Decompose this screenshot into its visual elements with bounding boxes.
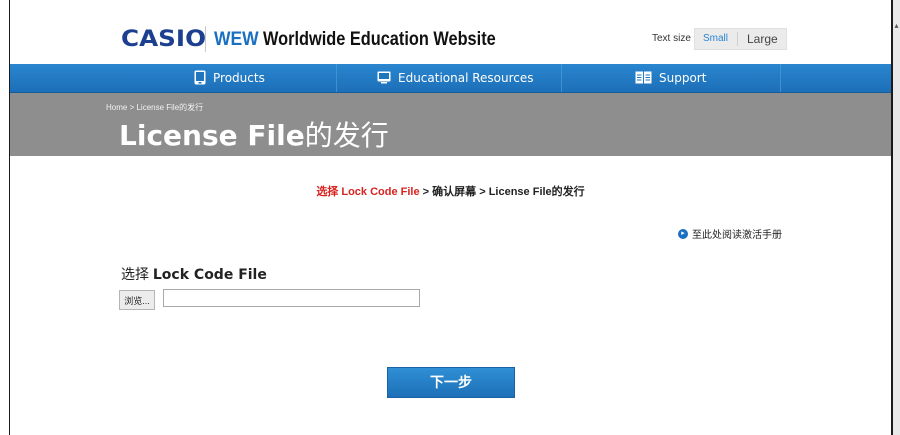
breadcrumb-current: License File的发行 [136, 103, 204, 112]
nav-item-products[interactable]: Products [194, 64, 265, 92]
section-heading: 选择 Lock Code File [121, 264, 267, 284]
scroll-up-arrow-icon[interactable]: ▴ [893, 22, 900, 30]
breadcrumb: Home > License File的发行 [106, 102, 203, 113]
step-separator: > [419, 186, 433, 198]
casio-logo[interactable]: CASIO [121, 27, 206, 52]
book-icon [635, 71, 652, 84]
nav-divider [561, 64, 562, 92]
section-heading-prefix: 选择 [121, 266, 153, 282]
text-size-switcher: Small Large [694, 28, 787, 50]
page-title-cjk: 的发行 [304, 119, 389, 152]
page: CASIO WEW Worldwide Education Website Te… [10, 0, 891, 435]
arrow-circle-icon: ▸ [678, 229, 688, 240]
breadcrumb-home-link[interactable]: Home [106, 103, 127, 112]
monitor-icon [377, 71, 391, 84]
nav-item-support[interactable]: Support [635, 64, 706, 92]
step-issue: License File的发行 [488, 186, 585, 198]
file-path-input[interactable] [163, 289, 420, 307]
step-confirm: 确认屏幕 [432, 186, 477, 198]
text-size-large-button[interactable]: Large [747, 32, 778, 46]
tablet-icon [194, 70, 206, 85]
nav-label: Support [659, 71, 707, 85]
browse-button[interactable]: 浏览... [119, 290, 155, 310]
header: CASIO WEW Worldwide Education Website Te… [10, 0, 891, 64]
next-button[interactable]: 下一步 [387, 367, 515, 398]
nav-label: Educational Resources [398, 71, 534, 85]
text-size-label: Text size [652, 33, 691, 44]
text-size-divider [737, 32, 738, 46]
page-title: License File的发行 [119, 114, 389, 154]
main-nav: Products Educational Resources Support [10, 64, 891, 93]
text-size-small-button[interactable]: Small [703, 33, 728, 44]
step-separator: > [476, 186, 489, 198]
activation-manual-label: 至此处阅读激活手册 [692, 230, 782, 241]
logo-divider [205, 26, 206, 52]
page-banner: Home > License File的发行 License File的发行 [10, 93, 891, 156]
step-current: 选择 Lock Code File [316, 186, 420, 198]
nav-label: Products [213, 71, 265, 85]
nav-divider [780, 64, 781, 92]
nav-divider [336, 64, 337, 92]
scrollbar[interactable] [893, 0, 900, 435]
site-title: Worldwide Education Website [263, 29, 496, 50]
section-heading-bold: Lock Code File [152, 267, 267, 283]
nav-item-educational-resources[interactable]: Educational Resources [377, 64, 534, 92]
step-indicator: 选择 Lock Code File > 确认屏幕 > License File的… [10, 183, 891, 199]
wew-logo[interactable]: WEW [214, 29, 259, 51]
activation-manual-link[interactable]: ▸ 至此处阅读激活手册 [678, 226, 782, 241]
page-title-latin: License File [119, 119, 305, 152]
